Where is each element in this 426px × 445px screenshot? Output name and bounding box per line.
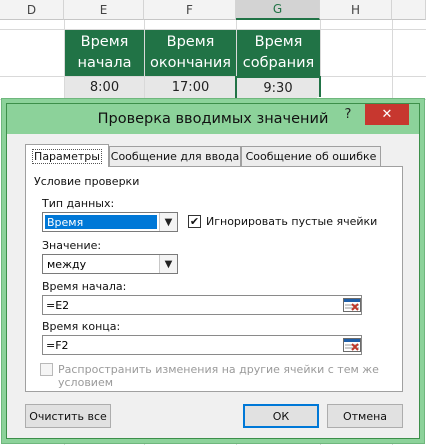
- checkmark-icon: ✔: [189, 215, 200, 228]
- button-label: Очистить все: [29, 409, 107, 423]
- column-header-label: F: [186, 2, 193, 17]
- dialog-title: Проверка вводимых значений: [97, 111, 329, 127]
- tab-error-alert[interactable]: Сообщение об ошибке: [241, 146, 381, 166]
- cell-text: окончания: [149, 55, 232, 71]
- collapse-dialog-icon[interactable]: [341, 336, 363, 354]
- help-icon: ?: [344, 107, 352, 122]
- cell-text: 8:00: [89, 80, 120, 95]
- column-header-f[interactable]: F: [144, 0, 236, 20]
- start-time-label: Время начала:: [42, 280, 127, 293]
- cell-g1[interactable]: Время собрания: [237, 30, 320, 76]
- column-header-h[interactable]: H: [320, 0, 392, 20]
- cell-text: Время: [80, 34, 129, 50]
- chevron-down-icon[interactable]: ▼: [159, 213, 177, 231]
- cell-f1[interactable]: Время окончания: [145, 30, 236, 76]
- cell-text: Время: [166, 34, 215, 50]
- end-time-label: Время конца:: [42, 320, 121, 333]
- column-header-label: H: [350, 2, 361, 17]
- data-operator-value: между: [47, 257, 87, 271]
- cell-e2[interactable]: 8:00: [65, 77, 144, 99]
- apply-changes-label: условием: [58, 376, 114, 389]
- ignore-blank-label: Игнорировать пустые ячейки: [206, 215, 378, 228]
- column-header-d[interactable]: D: [0, 0, 64, 20]
- cell-text: Время: [254, 34, 303, 50]
- column-header-blank: [392, 0, 426, 20]
- group-title: Условие проверки: [34, 175, 140, 188]
- column-header-g[interactable]: G: [236, 0, 320, 20]
- cell-e1[interactable]: Время начала: [65, 30, 144, 76]
- tab-settings[interactable]: Параметры: [25, 144, 109, 167]
- tab-label: Сообщение для ввода: [110, 150, 240, 163]
- collapse-dialog-icon[interactable]: [341, 296, 363, 314]
- tab-input-message[interactable]: Сообщение для ввода: [109, 146, 241, 166]
- clear-all-button[interactable]: Очистить все: [25, 404, 111, 428]
- cell-f2[interactable]: 17:00: [145, 77, 236, 99]
- column-header-label: D: [26, 2, 37, 17]
- dialog-titlebar[interactable]: Проверка вводимых значений ? ✕: [7, 104, 419, 134]
- help-button[interactable]: ?: [335, 104, 361, 125]
- data-label: Значение:: [42, 239, 102, 252]
- apply-changes-label: Распространить изменения на другие ячейк…: [58, 363, 379, 376]
- close-button[interactable]: ✕: [365, 104, 409, 125]
- cell-text: собрания: [242, 55, 315, 71]
- gridline: [0, 99, 426, 100]
- end-time-input[interactable]: =F2: [42, 335, 362, 355]
- close-icon: ✕: [381, 107, 393, 122]
- column-header-e[interactable]: E: [64, 0, 144, 20]
- start-time-input[interactable]: =E2: [42, 295, 362, 315]
- cancel-button[interactable]: Отмена: [327, 404, 403, 428]
- data-operator-dropdown[interactable]: между ▼: [42, 254, 178, 274]
- button-label: Отмена: [342, 409, 388, 423]
- cell-text: 9:30: [263, 81, 293, 96]
- ignore-blank-checkbox[interactable]: ✔: [188, 215, 201, 228]
- cell-text: начала: [77, 55, 132, 71]
- chevron-down-icon[interactable]: ▼: [159, 255, 177, 273]
- tab-label: Параметры: [32, 148, 102, 164]
- data-type-value: Время: [45, 215, 157, 229]
- cell-text: 17:00: [171, 80, 210, 95]
- data-validation-dialog: Проверка вводимых значений ? ✕ Параметры…: [6, 103, 420, 439]
- tab-label: Сообщение об ошибке: [245, 150, 377, 163]
- data-type-dropdown[interactable]: Время ▼: [42, 212, 178, 232]
- apply-changes-checkbox[interactable]: [40, 363, 53, 376]
- active-cell-g2[interactable]: 9:30: [235, 76, 321, 101]
- settings-panel: Условие проверки Тип данных: Время ▼ ✔ И…: [25, 166, 403, 392]
- column-header-label: G: [272, 2, 283, 16]
- button-label: ОК: [272, 409, 290, 423]
- data-type-label: Тип данных:: [42, 197, 115, 210]
- ok-button[interactable]: ОК: [243, 404, 319, 428]
- column-header-label: E: [99, 2, 108, 17]
